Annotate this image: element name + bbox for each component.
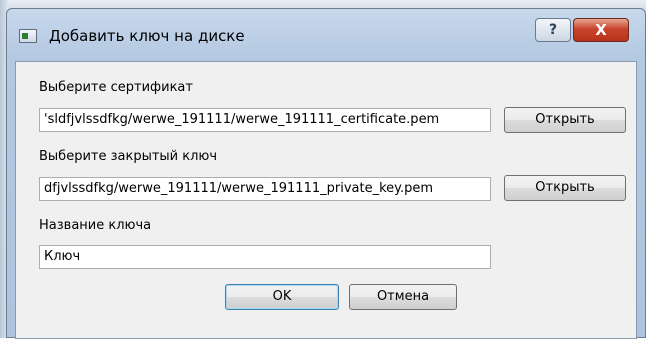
add-key-dialog: Добавить ключ на диске ? X Выберите серт…	[6, 8, 646, 339]
ok-button[interactable]: OK	[225, 284, 339, 310]
key-name-input[interactable]: Ключ	[39, 245, 491, 269]
app-window-icon	[19, 29, 37, 43]
private-key-label: Выберите закрытый ключ	[39, 149, 218, 164]
open-certificate-button[interactable]: Открыть	[504, 107, 626, 133]
certificate-path-field[interactable]: 'sldfjvlssdfkg/werwe_191111/werwe_191111…	[39, 108, 491, 132]
dialog-body: Выберите сертификат 'sldfjvlssdfkg/werwe…	[15, 61, 637, 339]
close-button[interactable]: X	[573, 18, 629, 42]
private-key-path-field[interactable]: dfjvlssdfkg/werwe_191111/werwe_191111_pr…	[39, 177, 491, 201]
open-private-key-button[interactable]: Открыть	[504, 175, 626, 201]
dialog-title: Добавить ключ на диске	[49, 27, 245, 45]
cancel-button[interactable]: Отмена	[349, 284, 457, 310]
title-bar[interactable]: Добавить ключ на диске ? X	[7, 9, 645, 61]
certificate-label: Выберите сертификат	[39, 80, 193, 95]
help-button[interactable]: ?	[535, 18, 571, 42]
key-name-label: Название ключа	[39, 218, 152, 233]
